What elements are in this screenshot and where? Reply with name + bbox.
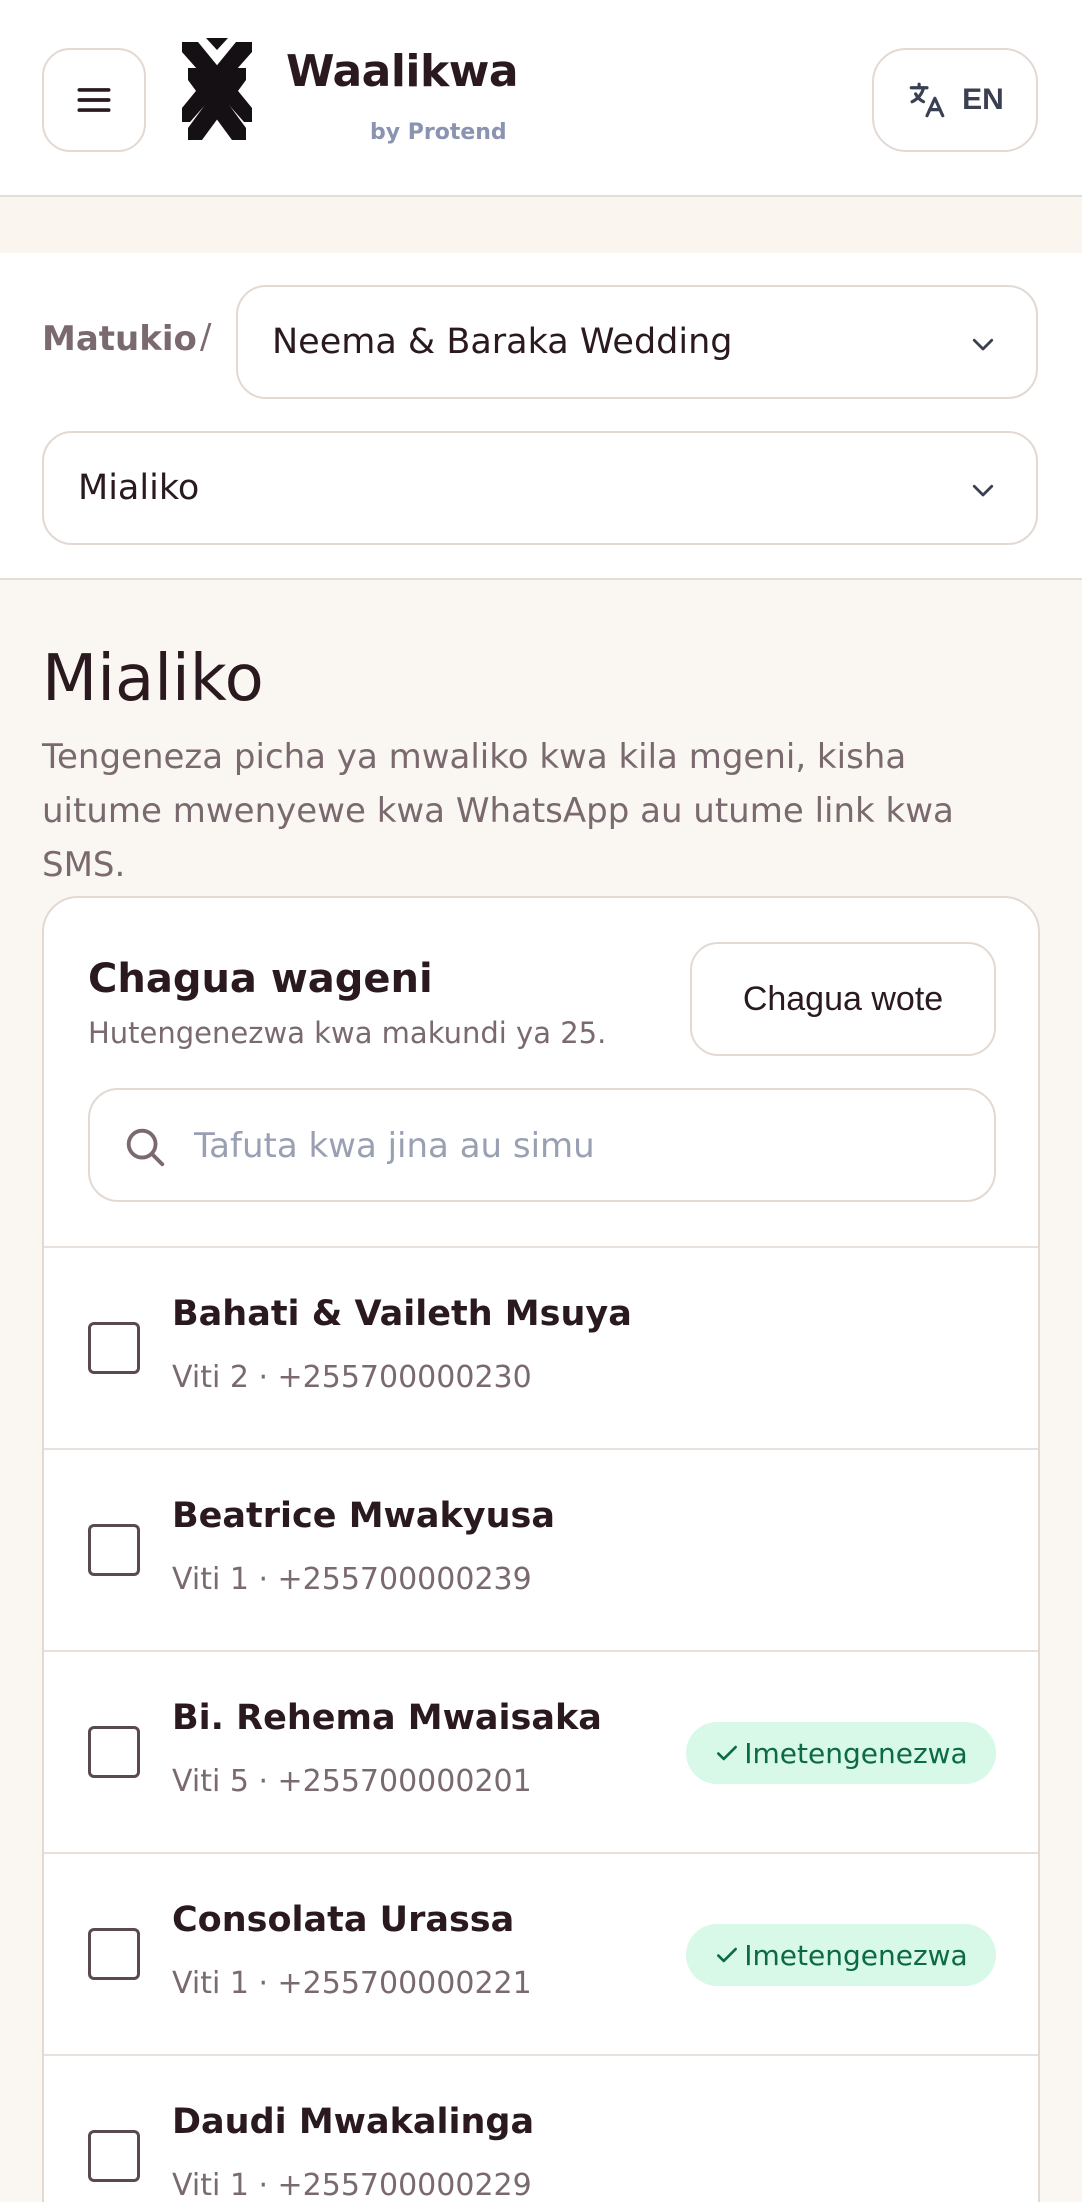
chevron-down-icon [972, 338, 994, 351]
card-subtitle: Hutengenezwa kwa makundi ya 25. [88, 1016, 607, 1050]
waalikwa-logo-icon [182, 38, 252, 140]
brand-byline: by Protend [370, 120, 507, 145]
check-icon [717, 1745, 738, 1761]
guest-checkbox[interactable] [88, 1524, 140, 1576]
search-icon [126, 1128, 165, 1167]
event-select-value: Neema & Baraka Wedding [272, 322, 733, 362]
generated-status-badge: Imetengenezwa [686, 1924, 996, 1986]
guest-name: Bahati & Vaileth Msuya [172, 1294, 632, 1334]
guest-meta: Viti 5 · +255700000201 [172, 1764, 532, 1799]
guest-row[interactable]: Beatrice Mwakyusa Viti 1 · +255700000239 [44, 1448, 1038, 1650]
check-icon [717, 1947, 738, 1963]
guest-meta: Viti 1 · +255700000221 [172, 1966, 532, 2001]
badge-label: Imetengenezwa [744, 1938, 968, 1972]
guest-checkbox[interactable] [88, 2130, 140, 2182]
guest-checkbox[interactable] [88, 1928, 140, 1980]
page-select[interactable]: Mialiko [42, 431, 1038, 545]
menu-button[interactable] [42, 48, 146, 152]
guest-name: Beatrice Mwakyusa [172, 1496, 555, 1536]
guest-meta: Viti 2 · +255700000230 [172, 1360, 532, 1395]
card-title: Chagua wageni [88, 956, 433, 1002]
generated-status-badge: Imetengenezwa [686, 1722, 996, 1784]
guest-name: Consolata Urassa [172, 1900, 515, 1940]
header-spacer [0, 199, 1082, 253]
top-bar: Waalikwa by Protend EN [0, 0, 1082, 197]
guest-meta: Viti 1 · +255700000239 [172, 1562, 532, 1597]
page-select-value: Mialiko [78, 468, 200, 508]
guest-row[interactable]: Daudi Mwakalinga Viti 1 · +255700000229 [44, 2054, 1038, 2202]
brand-name: Waalikwa [286, 46, 519, 97]
guest-checkbox[interactable] [88, 1726, 140, 1778]
search-input[interactable] [194, 1110, 974, 1182]
guest-name: Daudi Mwakalinga [172, 2102, 535, 2142]
chevron-down-icon [972, 484, 994, 497]
guest-row[interactable]: Bahati & Vaileth Msuya Viti 2 · +2557000… [44, 1246, 1038, 1448]
page-title: Mialiko [42, 642, 264, 716]
page-description: Tengeneza picha ya mwaliko kwa kila mgen… [42, 737, 954, 885]
badge-label: Imetengenezwa [744, 1736, 968, 1770]
language-label: EN [962, 83, 1004, 116]
guest-name: Bi. Rehema Mwaisaka [172, 1698, 602, 1738]
translate-icon [909, 82, 945, 118]
search-field[interactable] [88, 1088, 996, 1202]
hamburger-menu-icon [77, 88, 111, 112]
guest-checkbox[interactable] [88, 1322, 140, 1374]
event-select[interactable]: Neema & Baraka Wedding [236, 285, 1038, 399]
select-all-button[interactable]: Chagua wote [690, 942, 996, 1056]
breadcrumb-separator: / [200, 317, 212, 357]
guest-row[interactable]: Bi. Rehema Mwaisaka Viti 5 · +2557000002… [44, 1650, 1038, 1852]
language-button[interactable]: EN [872, 48, 1038, 152]
guest-row[interactable]: Consolata Urassa Viti 1 · +255700000221 … [44, 1852, 1038, 2054]
context-bar: Matukio / Neema & Baraka Wedding Mialiko [0, 253, 1082, 580]
guest-meta: Viti 1 · +255700000229 [172, 2168, 532, 2202]
guest-list: Bahati & Vaileth Msuya Viti 2 · +2557000… [44, 1246, 1038, 2202]
guest-selection-card: Chagua wageni Hutengenezwa kwa makundi y… [42, 896, 1040, 2202]
breadcrumb-events-link[interactable]: Matukio [42, 319, 197, 359]
